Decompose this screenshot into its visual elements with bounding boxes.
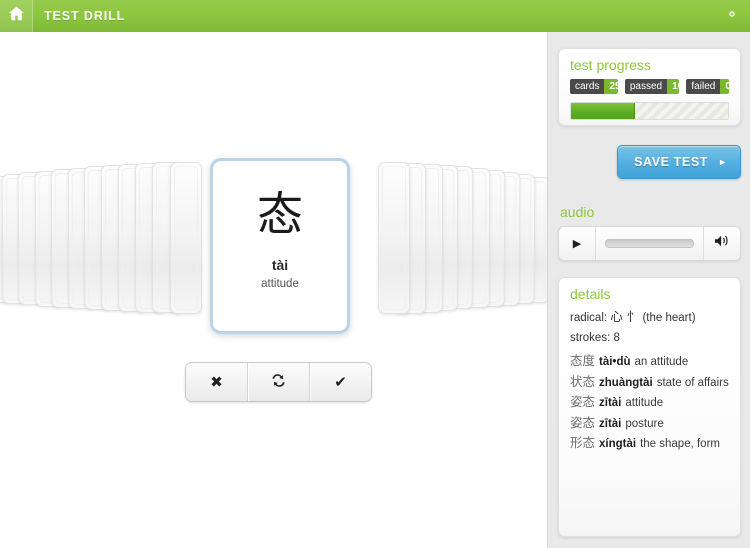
compound-hanzi: 状态: [570, 373, 596, 389]
arrow-right-icon: ►: [718, 157, 727, 167]
compound-hanzi: 姿态: [570, 394, 596, 410]
compound-pinyin: xíngtài: [599, 438, 637, 451]
details-body: radical: 心 忄 (the heart) strokes: 8 态度 tà…: [559, 307, 740, 453]
compound-row: 状态 zhuàngtài state of affairs: [570, 374, 729, 392]
top-bar: TEST DRILL: [0, 0, 750, 33]
compound-row: 形态 xíngtài the shape, form: [570, 435, 729, 453]
drill-stage: 态 tài attitude ✖ ✔: [0, 32, 547, 548]
volume-icon: [714, 234, 730, 253]
compound-english: posture: [625, 417, 664, 430]
compound-pinyin: tài•dù: [599, 356, 631, 369]
home-button[interactable]: [0, 0, 33, 32]
fan-card: [169, 162, 202, 314]
flashcard[interactable]: 态 tài attitude: [210, 158, 350, 334]
settings-button[interactable]: [714, 0, 750, 32]
gear-icon: [723, 5, 741, 28]
compound-list: 态度 tài•dù an attitude 状态 zhuàngtài state of a…: [570, 353, 729, 453]
progress-stats: cards 25 passed 10 failed 0: [559, 78, 740, 94]
compound-row: 姿态 zītài attitude: [570, 394, 729, 412]
audio-section-title: audio: [560, 204, 595, 220]
strokes-label: strokes:: [570, 331, 611, 344]
flashcard-meaning: attitude: [261, 277, 299, 290]
mark-failed-button[interactable]: ✖: [186, 363, 247, 401]
strokes-value: 8: [613, 331, 620, 344]
detail-radical: radical: 心 忄 (the heart): [570, 309, 729, 327]
compound-pinyin: zītài: [599, 417, 622, 430]
compound-hanzi: 姿态: [570, 414, 596, 430]
radical-label: radical:: [570, 312, 608, 324]
compound-hanzi: 形态: [570, 435, 596, 451]
stat-failed: failed 0: [686, 79, 729, 94]
compound-row: 姿态 zītài posture: [570, 415, 729, 433]
compound-pinyin: zītài: [599, 397, 622, 410]
home-icon: [8, 5, 25, 27]
audio-seek-track: [605, 239, 694, 248]
compound-english: the shape, form: [640, 438, 720, 451]
sidebar: test progress cards 25 passed 10 failed …: [547, 32, 750, 548]
save-test-label: SAVE TEST: [634, 155, 708, 169]
stat-cards-value: 25: [604, 79, 618, 94]
compound-row: 态度 tài•dù an attitude: [570, 353, 729, 371]
radical-meaning: (the heart): [642, 312, 696, 324]
stat-cards: cards 25: [570, 79, 618, 94]
flip-card-button[interactable]: [247, 363, 309, 401]
details-panel: details radical: 心 忄 (the heart) strokes…: [558, 277, 741, 537]
refresh-icon: [270, 373, 287, 392]
radical-characters: 心 忄: [610, 309, 640, 324]
stat-failed-value: 0: [720, 79, 729, 94]
audio-player: ▶: [558, 226, 741, 261]
stat-cards-label: cards: [570, 79, 605, 94]
audio-volume-button[interactable]: [703, 227, 740, 260]
answer-button-bar: ✖ ✔: [185, 362, 372, 402]
stat-passed-value: 10: [667, 79, 680, 94]
fan-card: [378, 162, 410, 314]
compound-hanzi: 态度: [570, 353, 596, 369]
flashcard-hanzi: 态: [257, 186, 303, 241]
compound-english: attitude: [625, 397, 664, 410]
test-progress-title: test progress: [570, 57, 651, 73]
flashcard-pinyin: tài: [271, 256, 289, 273]
stat-failed-label: failed: [686, 79, 721, 94]
mark-passed-button[interactable]: ✔: [309, 363, 371, 401]
stat-passed-label: passed: [624, 79, 668, 94]
details-title: details: [570, 286, 611, 302]
progress-bar-track: [570, 102, 729, 120]
check-icon: ✔: [334, 374, 347, 391]
compound-pinyin: zhuàngtài: [599, 376, 653, 389]
cross-icon: ✖: [210, 374, 223, 391]
play-icon: ▶: [572, 238, 582, 250]
audio-seek-slider[interactable]: [596, 227, 703, 260]
compound-english: state of affairs: [656, 376, 729, 389]
progress-bar-fill: [571, 103, 635, 119]
test-progress-panel: test progress cards 25 passed 10 failed …: [558, 48, 741, 126]
save-test-button[interactable]: SAVE TEST ►: [617, 145, 741, 179]
compound-english: an attitude: [634, 356, 689, 369]
stat-passed: passed 10: [624, 79, 680, 94]
page-title: TEST DRILL: [44, 9, 126, 23]
detail-strokes: strokes: 8: [570, 331, 729, 347]
audio-play-button[interactable]: ▶: [559, 227, 596, 260]
